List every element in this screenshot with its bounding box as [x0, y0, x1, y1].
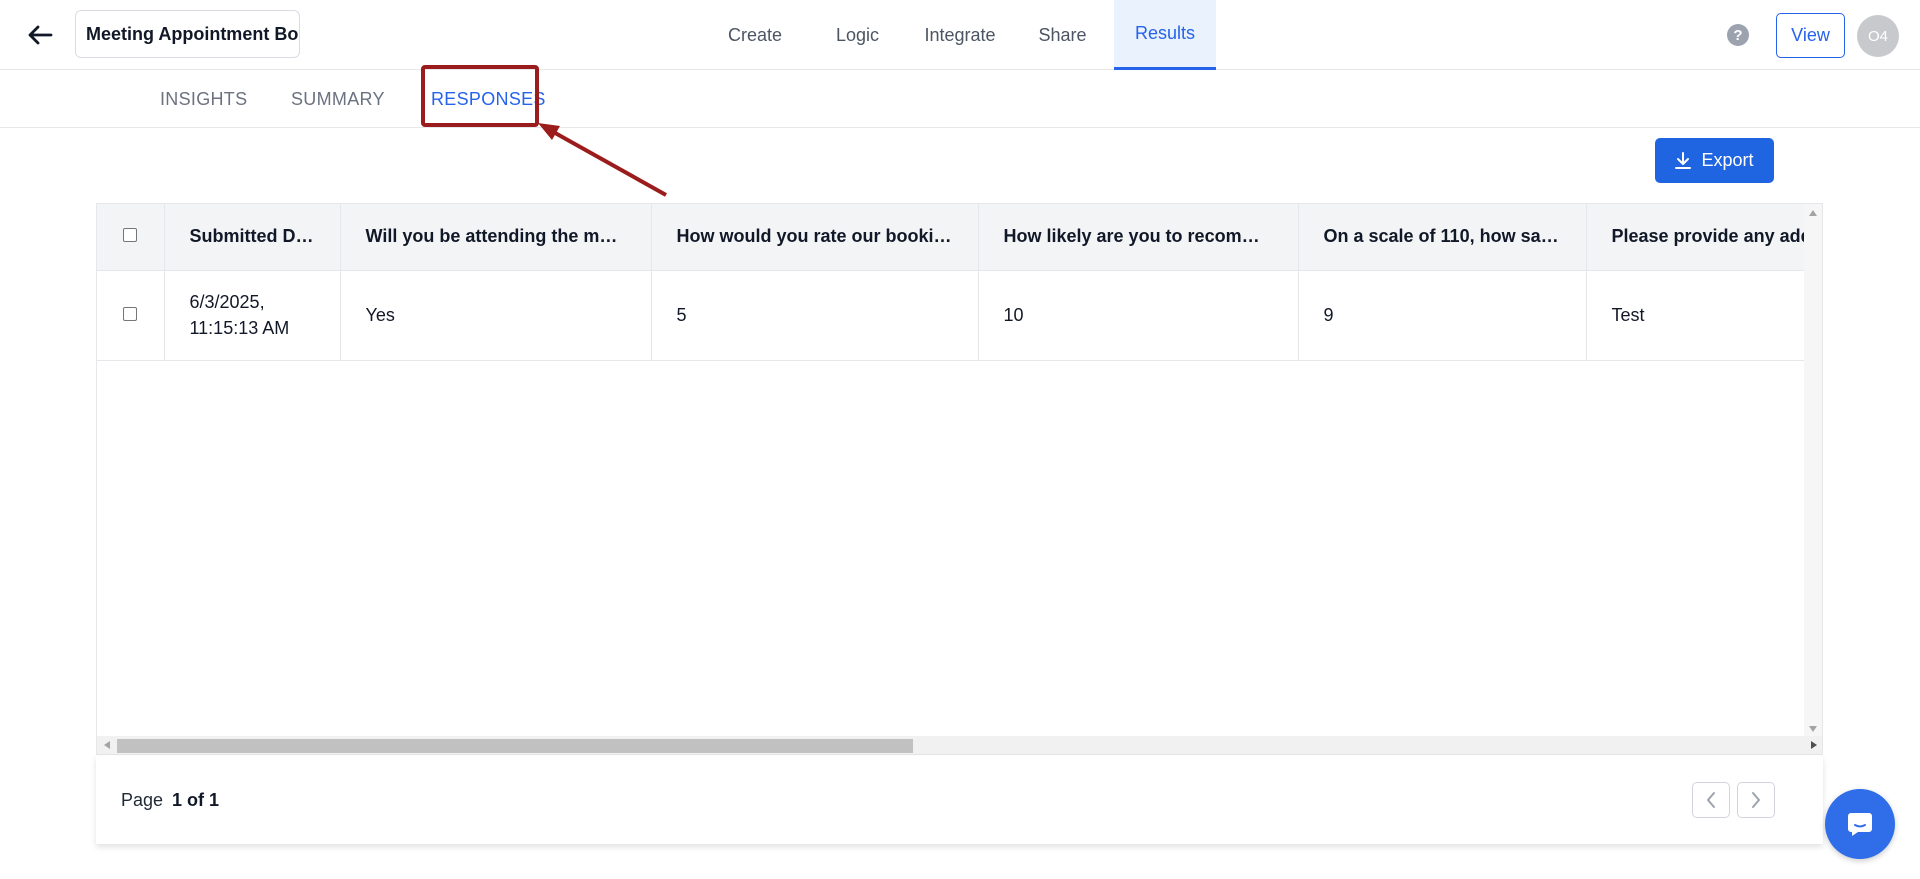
table-cell: 10: [978, 270, 1299, 361]
export-label: Export: [1701, 150, 1754, 170]
top-header: Meeting Appointment Bo Create Logic Inte…: [0, 0, 1920, 70]
chat-button[interactable]: [1825, 789, 1895, 859]
page-count: 1 of 1: [172, 789, 220, 810]
help-icon[interactable]: ?: [1727, 24, 1749, 46]
next-page-button[interactable]: [1737, 782, 1775, 818]
chat-icon: [1848, 813, 1872, 836]
table-cell: Test: [1586, 270, 1807, 361]
back-button[interactable]: [24, 20, 56, 50]
prev-page-button[interactable]: [1692, 782, 1730, 818]
pagination-footer: Page 1 of 1: [96, 756, 1823, 844]
table-header-row: Submitted Date Will you be attending the…: [97, 204, 1807, 271]
horizontal-scroll-thumb[interactable]: [117, 739, 913, 753]
chevron-right-icon: [1752, 792, 1760, 808]
results-subtabs: INSIGHTS SUMMARY RESPONSES: [0, 70, 1920, 128]
select-all-cell: [97, 204, 165, 271]
nav-integrate[interactable]: Integrate: [910, 0, 1010, 70]
row-select-cell: [97, 270, 165, 361]
table-row[interactable]: 6/3/2025, 11:15:13 AM Yes 5 10 9 Test: [97, 270, 1807, 361]
column-header[interactable]: How likely are you to recommen...: [978, 204, 1299, 271]
nav-results[interactable]: Results: [1114, 0, 1216, 70]
submitted-date-cell: 6/3/2025, 11:15:13 AM: [164, 270, 341, 361]
table-cell: 5: [651, 270, 979, 361]
chevron-left-icon: [1707, 792, 1715, 808]
view-button[interactable]: View: [1776, 13, 1845, 58]
nav-create[interactable]: Create: [710, 0, 800, 70]
responses-table-container: Submitted Date Will you be attending the…: [96, 203, 1823, 755]
table-cell: 9: [1298, 270, 1587, 361]
row-checkbox[interactable]: [123, 306, 138, 321]
scroll-right-icon[interactable]: [1811, 741, 1817, 749]
arrow-left-icon: [28, 25, 53, 45]
form-title-input[interactable]: Meeting Appointment Bo: [75, 10, 300, 58]
column-header[interactable]: Will you be attending the meet...: [340, 204, 652, 271]
scroll-up-icon[interactable]: [1809, 210, 1817, 216]
avatar[interactable]: O4: [1857, 15, 1899, 57]
column-header[interactable]: Please provide any additional: [1586, 204, 1807, 271]
tab-summary[interactable]: SUMMARY: [291, 70, 385, 128]
download-icon: [1675, 151, 1692, 169]
nav-logic[interactable]: Logic: [820, 0, 895, 70]
horizontal-scrollbar[interactable]: [97, 736, 1822, 754]
nav-share[interactable]: Share: [1025, 0, 1100, 70]
tab-insights[interactable]: INSIGHTS: [160, 70, 247, 128]
tab-responses[interactable]: RESPONSES: [431, 70, 546, 128]
annotation-arrow: [538, 123, 667, 197]
table-cell: Yes: [340, 270, 652, 361]
column-header[interactable]: On a scale of 110, how satisfi...: [1298, 204, 1587, 271]
scroll-left-icon[interactable]: [104, 741, 110, 749]
export-button[interactable]: Export: [1655, 138, 1774, 183]
scroll-down-icon[interactable]: [1809, 726, 1817, 732]
responses-table: Submitted Date Will you be attending the…: [97, 204, 1807, 361]
page-label: Page: [121, 789, 164, 810]
vertical-scrollbar[interactable]: [1804, 204, 1822, 738]
column-header[interactable]: How would you rate our booking...: [651, 204, 979, 271]
select-all-checkbox[interactable]: [123, 228, 138, 243]
column-header[interactable]: Submitted Date: [164, 204, 341, 271]
